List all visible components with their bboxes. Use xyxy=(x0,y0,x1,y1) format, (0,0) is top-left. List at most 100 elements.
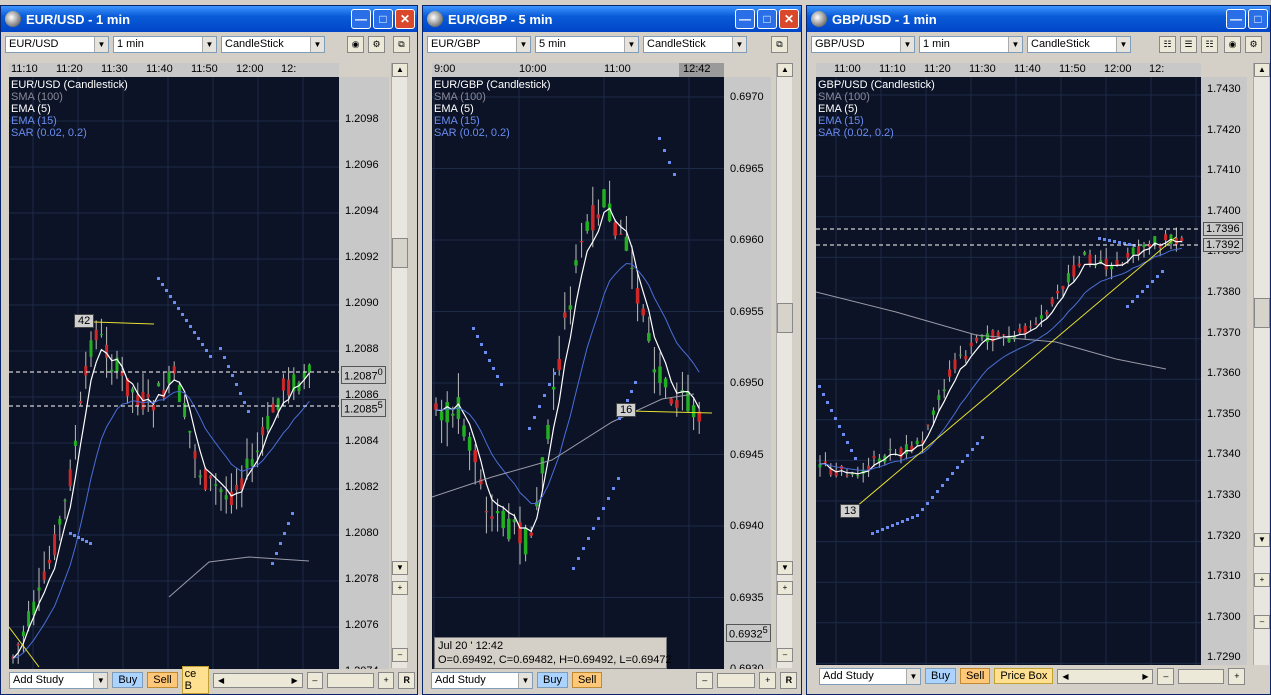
candle-body xyxy=(281,378,285,391)
minimize-button[interactable]: — xyxy=(1226,9,1246,29)
scroll-down-icon[interactable]: ▼ xyxy=(777,561,793,575)
buy-button[interactable]: Buy xyxy=(537,672,568,688)
maximize-button[interactable]: □ xyxy=(757,9,777,29)
sar-dot xyxy=(850,449,853,452)
vertical-scrollbar[interactable]: ▲ ▼ + – xyxy=(391,63,408,668)
sell-button[interactable]: Sell xyxy=(571,672,603,688)
zoom-icon[interactable]: ◉ xyxy=(347,35,364,53)
scroll-down-icon[interactable]: ▼ xyxy=(1254,533,1270,547)
scroll-left-icon[interactable]: ◀ xyxy=(214,676,228,685)
gbpusd-titlebar[interactable]: GBP/USD - 1 min — □ xyxy=(807,6,1270,32)
symbol-select[interactable]: EUR/GBP ▼ xyxy=(427,35,531,53)
scroll-thumb[interactable] xyxy=(1254,298,1270,328)
layout-rows-icon[interactable]: ☰ xyxy=(1180,35,1197,53)
zoom-icon[interactable]: ◉ xyxy=(1224,35,1241,53)
candle-body xyxy=(931,410,935,415)
detach-icon[interactable]: ⧉ xyxy=(771,35,788,53)
scroll-thumb[interactable] xyxy=(777,303,793,333)
scroll-up-icon[interactable]: ▲ xyxy=(392,63,408,77)
chart-canvas[interactable]: EUR/GBP (Candlestick) SMA (100) EMA (5) … xyxy=(432,77,724,669)
scroll-right-icon[interactable]: ▶ xyxy=(1138,672,1152,681)
price-box-button[interactable]: ce B xyxy=(181,666,210,694)
symbol-select[interactable]: GBP/USD ▼ xyxy=(811,35,915,53)
scroll-up-icon[interactable]: ▲ xyxy=(1254,63,1270,77)
sell-button[interactable]: Sell xyxy=(147,672,178,688)
layout-cols-icon[interactable]: ☷ xyxy=(1201,35,1218,53)
add-study-select[interactable]: Add Study ▼ xyxy=(819,667,921,685)
candle-body xyxy=(172,366,176,374)
zoom-out-icon[interactable]: – xyxy=(392,648,408,662)
add-study-select[interactable]: Add Study ▼ xyxy=(431,671,533,689)
maximize-button[interactable]: □ xyxy=(1248,9,1268,29)
price-tick-label: 1.7300 xyxy=(1207,610,1241,623)
chart-plot xyxy=(432,77,724,669)
horizontal-scrollbar[interactable]: ◀ ▶ xyxy=(1057,668,1154,684)
zoom-out-button[interactable]: – xyxy=(696,671,714,689)
drawing-marker[interactable]: 13 xyxy=(840,504,861,518)
settings-icon[interactable]: ⚙ xyxy=(368,35,385,53)
interval-select[interactable]: 1 min ▼ xyxy=(113,35,217,53)
chart-type-select[interactable]: CandleStick ▼ xyxy=(221,35,325,53)
time-tick-label: 11:20 xyxy=(924,63,951,75)
minimize-button[interactable]: — xyxy=(735,9,755,29)
price-box-button[interactable]: Price Box xyxy=(994,668,1054,684)
zoom-out-button[interactable]: – xyxy=(1157,667,1175,685)
drawing-marker[interactable]: 42 xyxy=(74,314,95,328)
minimize-button[interactable]: — xyxy=(351,9,371,29)
chart-canvas[interactable]: GBP/USD (Candlestick) SMA (100) EMA (5) … xyxy=(816,77,1201,669)
interval-select[interactable]: 1 min ▼ xyxy=(919,35,1023,53)
zoom-slider[interactable] xyxy=(327,672,374,688)
vertical-scrollbar[interactable]: ▲ ▼ + – xyxy=(776,63,793,668)
candle-body xyxy=(969,342,973,347)
layout-grid-icon[interactable]: ☷ xyxy=(1159,35,1176,53)
candle-body xyxy=(867,465,871,470)
buy-button[interactable]: Buy xyxy=(112,672,144,688)
scroll-thumb[interactable] xyxy=(392,238,408,268)
zoom-slider[interactable] xyxy=(717,672,756,688)
buy-button[interactable]: Buy xyxy=(925,668,956,684)
scroll-down-icon[interactable]: ▼ xyxy=(392,561,408,575)
interval-select[interactable]: 5 min ▼ xyxy=(535,35,639,53)
close-button[interactable]: ✕ xyxy=(779,9,799,29)
add-study-select[interactable]: Add Study ▼ xyxy=(9,671,109,689)
zoom-in-button[interactable]: + xyxy=(759,671,777,689)
settings-icon[interactable]: ⚙ xyxy=(1245,35,1262,53)
sell-button[interactable]: Sell xyxy=(959,668,991,684)
symbol-select[interactable]: EUR/USD ▼ xyxy=(5,35,109,53)
eurusd-titlebar[interactable]: EUR/USD - 1 min — □ ✕ xyxy=(1,6,417,32)
candle-body xyxy=(21,631,25,637)
candle-body xyxy=(523,527,528,555)
candle-body xyxy=(47,559,51,564)
reset-button[interactable]: R xyxy=(780,671,798,689)
close-button[interactable]: ✕ xyxy=(395,9,415,29)
drawing-marker[interactable]: 16 xyxy=(616,403,637,417)
price-tick-label: 1.7320 xyxy=(1207,529,1241,542)
zoom-in-icon[interactable]: + xyxy=(392,581,408,595)
interval-value: 5 min xyxy=(539,38,566,50)
vertical-scrollbar[interactable]: ▲ ▼ + – xyxy=(1253,63,1270,668)
sar-dot xyxy=(966,454,969,457)
chart-type-select[interactable]: CandleStick ▼ xyxy=(643,35,747,53)
zoom-in-icon[interactable]: + xyxy=(1254,573,1270,587)
zoom-out-button[interactable]: – xyxy=(306,671,324,689)
sar-dot xyxy=(846,441,849,444)
zoom-slider[interactable] xyxy=(1178,668,1225,684)
zoom-out-icon[interactable]: – xyxy=(777,648,793,662)
horizontal-scrollbar[interactable]: ◀ ▶ xyxy=(213,672,303,688)
zoom-out-icon[interactable]: – xyxy=(1254,615,1270,629)
scroll-left-icon[interactable]: ◀ xyxy=(1058,672,1072,681)
scroll-right-icon[interactable]: ▶ xyxy=(288,676,302,685)
candle-body xyxy=(915,440,919,445)
detach-icon[interactable]: ⧉ xyxy=(393,35,410,53)
zoom-in-icon[interactable]: + xyxy=(777,581,793,595)
zoom-in-button[interactable]: + xyxy=(1228,667,1246,685)
price-tick-label: 1.2078 xyxy=(345,573,379,585)
sar-dot xyxy=(842,433,845,436)
reset-button[interactable]: R xyxy=(398,671,415,689)
zoom-in-button[interactable]: + xyxy=(377,671,395,689)
scroll-up-icon[interactable]: ▲ xyxy=(777,63,793,77)
chart-canvas[interactable]: EUR/USD (Candlestick) SMA (100) EMA (5) … xyxy=(9,77,339,669)
chart-type-select[interactable]: CandleStick ▼ xyxy=(1027,35,1131,53)
maximize-button[interactable]: □ xyxy=(373,9,393,29)
eurgbp-titlebar[interactable]: EUR/GBP - 5 min — □ ✕ xyxy=(423,6,801,32)
